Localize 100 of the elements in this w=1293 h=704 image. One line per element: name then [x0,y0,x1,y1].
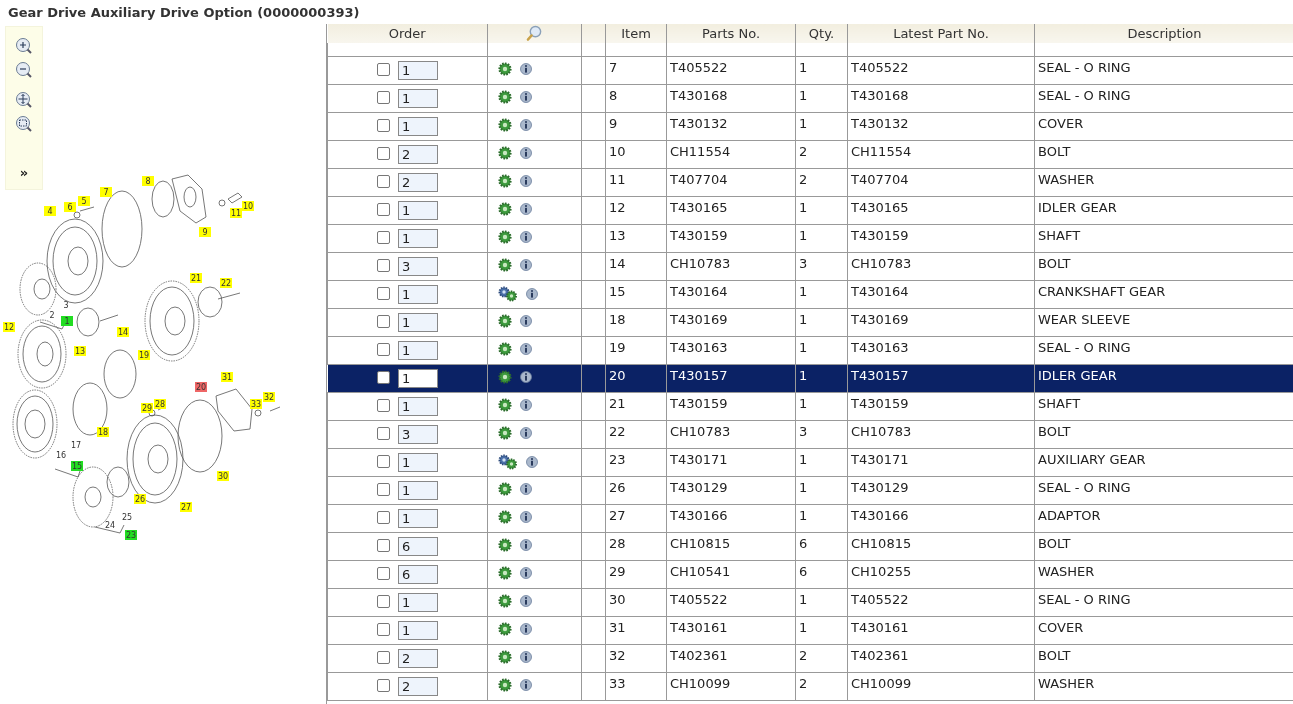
checkbox[interactable] [377,679,390,692]
checkbox[interactable] [377,147,390,160]
quantity-field[interactable]: 6 [398,565,438,584]
quantity-field[interactable]: 6 [398,537,438,556]
callout-label[interactable]: 14 [117,327,129,337]
quantity-field[interactable]: 1 [398,201,438,220]
checkbox[interactable] [377,427,390,440]
column-header[interactable]: Order [327,24,488,43]
checkbox[interactable] [377,483,390,496]
gears-icon[interactable] [498,286,518,302]
quantity-field[interactable]: 2 [398,145,438,164]
gear-icon[interactable] [498,258,512,272]
quantity-field[interactable]: 1 [398,285,438,304]
quantity-field[interactable]: 2 [398,677,438,696]
gear-icon[interactable] [498,622,512,636]
checkbox[interactable] [377,595,390,608]
quantity-field[interactable]: 1 [398,229,438,248]
checkbox[interactable] [377,455,390,468]
pan-icon[interactable] [15,91,33,109]
info-icon[interactable] [520,651,532,663]
gear-icon[interactable] [498,482,512,496]
checkbox[interactable] [377,651,390,664]
callout-label[interactable]: 12 [3,322,15,332]
quantity-field[interactable]: 1 [398,369,438,388]
info-icon[interactable] [520,91,532,103]
callout-label[interactable]: 16 [55,451,67,460]
callout-label[interactable]: 32 [263,392,275,402]
checkbox[interactable] [377,175,390,188]
checkbox[interactable] [377,203,390,216]
info-icon[interactable] [520,119,532,131]
info-icon[interactable] [520,203,532,215]
checkbox[interactable] [377,91,390,104]
selected-row[interactable]: 1 20 T430157 1 T430157 IDLER GEAR [327,364,1293,393]
quantity-field[interactable]: 3 [398,425,438,444]
callout-label[interactable]: 3 [63,301,69,310]
info-icon[interactable] [520,539,532,551]
callout-label[interactable]: 8 [142,176,154,186]
zoom-window-icon[interactable] [15,115,33,133]
zoom-out-icon[interactable] [15,61,33,79]
checkbox[interactable] [377,539,390,552]
checkbox[interactable] [377,287,390,300]
callout-label[interactable]: 1 [61,316,73,326]
gear-icon[interactable] [498,90,512,104]
checkbox[interactable] [377,343,390,356]
gear-icon[interactable] [498,538,512,552]
info-icon[interactable] [520,567,532,579]
info-icon[interactable] [520,427,532,439]
quantity-field[interactable]: 1 [398,453,438,472]
gear-icon[interactable] [498,594,512,608]
info-icon[interactable] [520,259,532,271]
callout-label[interactable]: 13 [74,346,86,356]
callout-label[interactable]: 9 [199,227,211,237]
checkbox[interactable] [377,63,390,76]
column-header[interactable]: Qty. [795,24,848,43]
callout-label[interactable]: 2 [49,311,55,320]
callout-label[interactable]: 21 [190,273,202,283]
callout-label[interactable]: 31 [221,372,233,382]
gear-icon[interactable] [498,314,512,328]
gear-icon[interactable] [498,566,512,580]
checkbox[interactable] [377,231,390,244]
quantity-field[interactable]: 1 [398,61,438,80]
checkbox[interactable] [377,119,390,132]
checkbox[interactable] [377,511,390,524]
callout-label[interactable]: 18 [97,427,109,437]
callout-label[interactable]: 5 [78,196,90,206]
gear-icon[interactable] [498,174,512,188]
quantity-field[interactable]: 1 [398,593,438,612]
column-header[interactable]: Description [1034,24,1293,43]
quantity-field[interactable]: 1 [398,397,438,416]
callout-label[interactable]: 33 [250,399,262,409]
callout-label[interactable]: 6 [64,202,76,212]
gear-icon[interactable] [498,342,512,356]
info-icon[interactable] [520,679,532,691]
callout-label[interactable]: 29 [141,403,153,413]
info-icon[interactable] [526,288,538,300]
quantity-field[interactable]: 1 [398,89,438,108]
info-icon[interactable] [520,595,532,607]
checkbox[interactable] [377,623,390,636]
zoom-in-icon[interactable] [15,37,33,55]
callout-label[interactable]: 7 [100,187,112,197]
callout-label[interactable]: 10 [242,201,254,211]
quantity-field[interactable]: 3 [398,257,438,276]
info-icon[interactable] [520,511,532,523]
info-icon[interactable] [520,371,532,383]
callout-label[interactable]: 17 [70,441,82,450]
info-icon[interactable] [520,315,532,327]
info-icon[interactable] [520,175,532,187]
callout-label[interactable]: 25 [121,513,133,522]
checkbox[interactable] [377,259,390,272]
gear-icon[interactable] [498,510,512,524]
info-icon[interactable] [520,623,532,635]
callout-label[interactable]: 20 [195,382,207,392]
quantity-field[interactable]: 2 [398,173,438,192]
callout-label[interactable]: 23 [125,530,137,540]
info-icon[interactable] [520,63,532,75]
gears-icon[interactable] [498,454,518,470]
checkbox[interactable] [377,567,390,580]
gear-icon[interactable] [498,678,512,692]
gear-icon[interactable] [498,398,512,412]
gear-icon[interactable] [498,202,512,216]
